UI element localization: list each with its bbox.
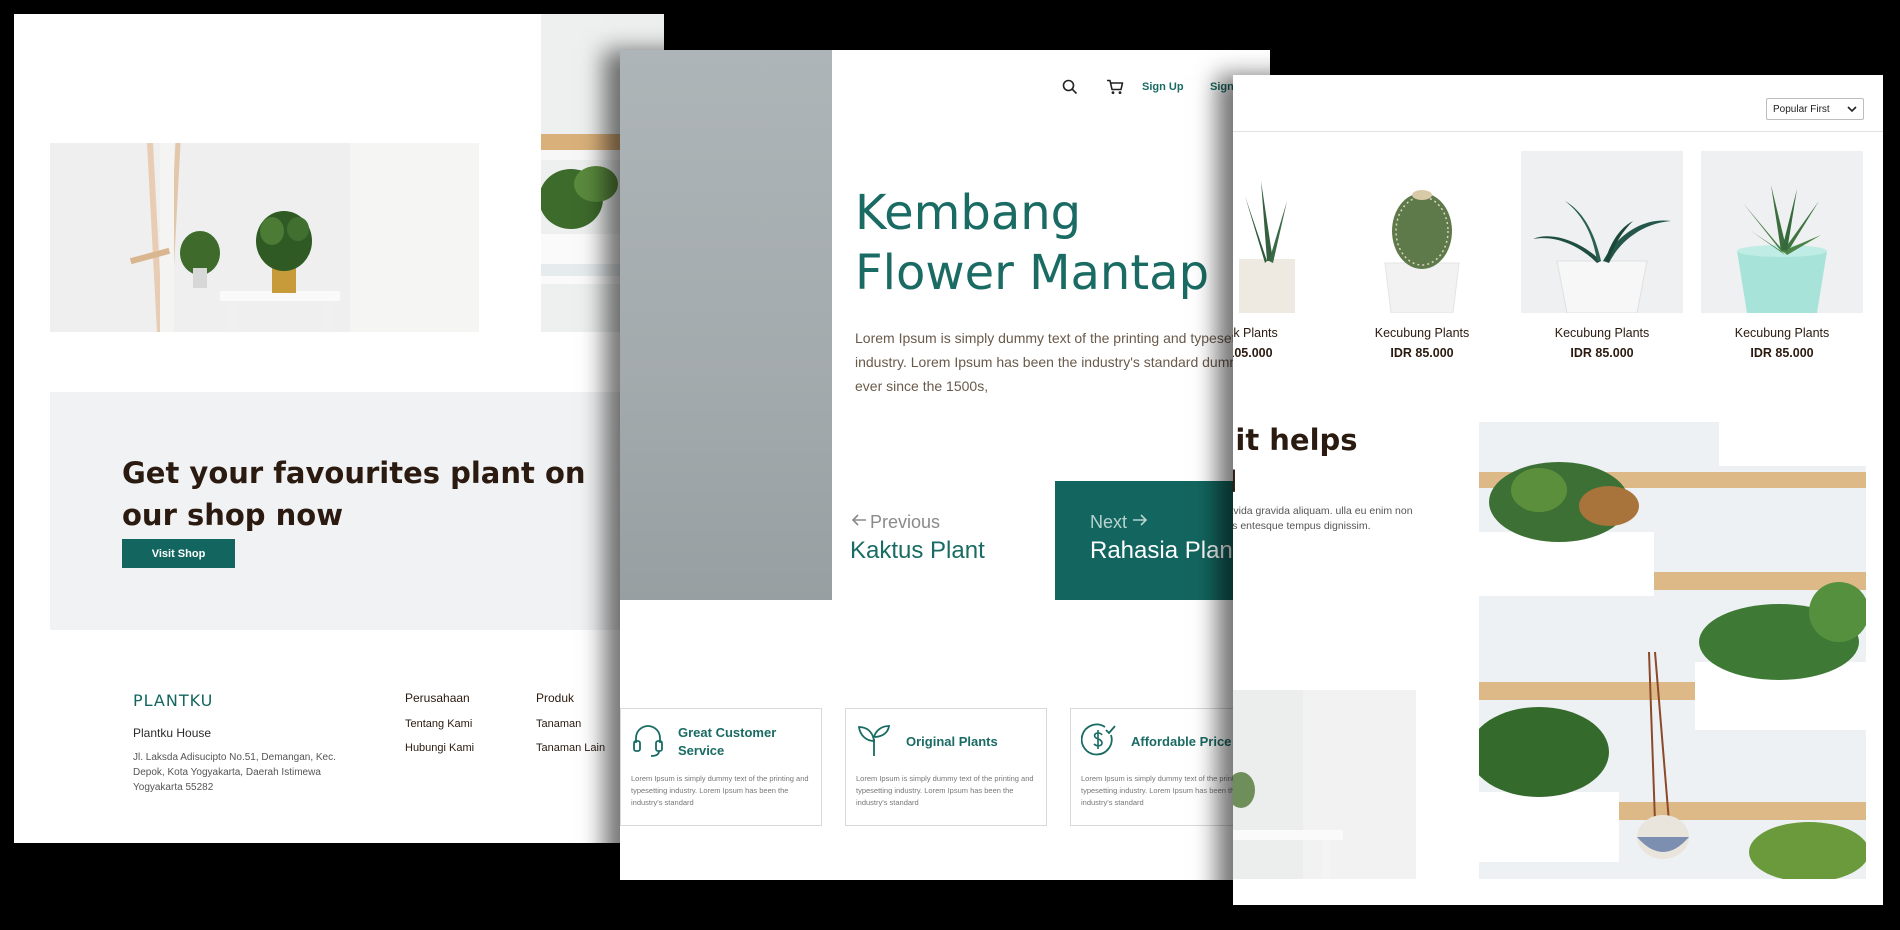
- previous-label: Previous: [870, 512, 941, 532]
- wall-shelf-plants-photo: [1479, 422, 1866, 879]
- search-icon[interactable]: [1062, 79, 1078, 100]
- product-price: IDR 85.000: [1570, 346, 1634, 360]
- product-name: Kecubung Plants: [1734, 326, 1830, 340]
- next-label: Next: [1090, 512, 1128, 532]
- hero-title-line-2: Flower Mantap: [855, 245, 1210, 301]
- sign-in-link[interactable]: Sign: [1210, 81, 1234, 93]
- product-name: Kecubung Plants: [1554, 326, 1650, 340]
- product-price: IDR 85.000: [1750, 346, 1814, 360]
- hero-description: Lorem Ipsum is simply dummy text of the …: [855, 330, 1270, 394]
- feature-title: Great Customer Service: [678, 725, 777, 758]
- visit-shop-button[interactable]: Visit Shop: [122, 539, 235, 568]
- sign-up-link[interactable]: Sign Up: [1142, 81, 1184, 93]
- company-name: Plantku House: [133, 726, 212, 740]
- next-plant-title: Rahasia Plant: [1090, 537, 1240, 564]
- product-name: Kecubung Plants: [1374, 326, 1470, 340]
- company-address: Jl. Laksda Adisucipto No.51, Demangan, K…: [133, 752, 336, 793]
- previous-button[interactable]: Previous: [850, 512, 940, 533]
- product-image[interactable]: [1233, 151, 1331, 313]
- footer-link-tanaman-lain[interactable]: Tanaman Lain: [536, 742, 605, 754]
- arrow-left-icon: [850, 512, 868, 533]
- feature-title: Original Plants: [906, 734, 998, 749]
- product-image[interactable]: [1701, 151, 1863, 313]
- cart-icon[interactable]: [1106, 79, 1124, 100]
- section-description: g elit. Morbi gravida gravida aliquam. u…: [1233, 505, 1413, 532]
- middle-page-screenshot: Sign Up Sign Kembang Flower Mantap Lorem…: [620, 50, 1270, 880]
- feature-description: Lorem Ipsum is simply dummy text of the …: [856, 774, 1034, 807]
- footer-link-hubungi-kami[interactable]: Hubungi Kami: [405, 742, 474, 754]
- hero-title-line-1: Kembang: [855, 185, 1082, 241]
- feature-card-customer-service: Great Customer Service Lorem Ipsum is si…: [620, 708, 822, 826]
- right-page-screenshot: Popular First ark Plants 105.000 Kecubun…: [1233, 75, 1883, 905]
- product-price: IDR 85.000: [1390, 346, 1454, 360]
- plant-sprout-icon: [856, 723, 892, 762]
- product-image[interactable]: [1521, 151, 1683, 313]
- footer-link-tentang-kami[interactable]: Tentang Kami: [405, 718, 472, 730]
- footer-link-tanaman[interactable]: Tanaman: [536, 718, 581, 730]
- hero-image-panel: [620, 50, 832, 600]
- dollar-check-icon: [1080, 723, 1117, 764]
- sort-selected-value: Popular First: [1773, 103, 1830, 115]
- footer-heading-produk: Produk: [536, 691, 575, 705]
- product-image[interactable]: [1341, 151, 1503, 313]
- plant-table-photo: [1233, 690, 1416, 879]
- arrow-right-icon: [1131, 512, 1149, 533]
- feature-card-original-plants: Original Plants Lorem Ipsum is simply du…: [845, 708, 1047, 826]
- section-title-line-2: ed: [1233, 465, 1237, 499]
- section-title-line-1: s, it helps: [1233, 423, 1358, 457]
- hero-title: Kembang Flower Mantap: [855, 183, 1209, 303]
- next-button[interactable]: Next: [1090, 512, 1149, 533]
- section-title: s, it helps ed: [1233, 419, 1358, 503]
- footer-heading-perusahaan: Perusahaan: [405, 691, 470, 705]
- sort-dropdown[interactable]: Popular First: [1766, 98, 1864, 120]
- chevron-down-icon: [1847, 100, 1857, 118]
- feature-description: Lorem Ipsum is simply dummy text of the …: [631, 774, 809, 807]
- product-price: 105.000: [1233, 346, 1273, 360]
- headset-icon: [631, 723, 665, 764]
- previous-plant-title[interactable]: Kaktus Plant: [850, 537, 985, 565]
- cta-title: Get your favourites plant on our shop no…: [122, 456, 586, 532]
- left-page-screenshot: Get your favourites plant on our shop no…: [14, 14, 664, 843]
- product-name: ark Plants: [1233, 326, 1278, 340]
- living-room-plant-photo: [50, 143, 479, 332]
- brand-logo[interactable]: PLANTKU: [133, 691, 213, 710]
- divider: [1233, 131, 1883, 132]
